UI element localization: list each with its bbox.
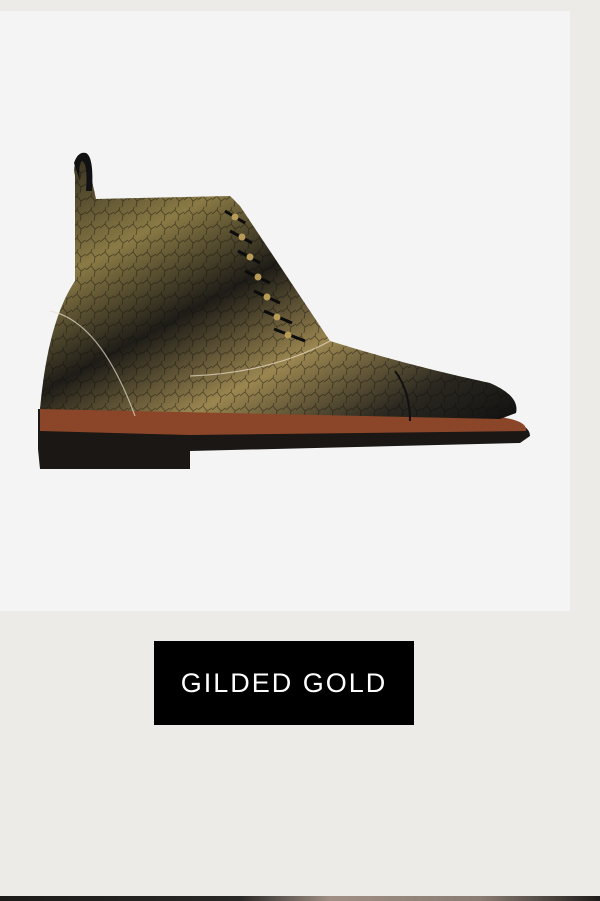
boot-product-image bbox=[38, 152, 530, 469]
product-image-card[interactable] bbox=[0, 11, 570, 611]
next-section-image-edge bbox=[0, 896, 600, 901]
color-variant-button[interactable]: GILDED GOLD bbox=[154, 641, 414, 725]
